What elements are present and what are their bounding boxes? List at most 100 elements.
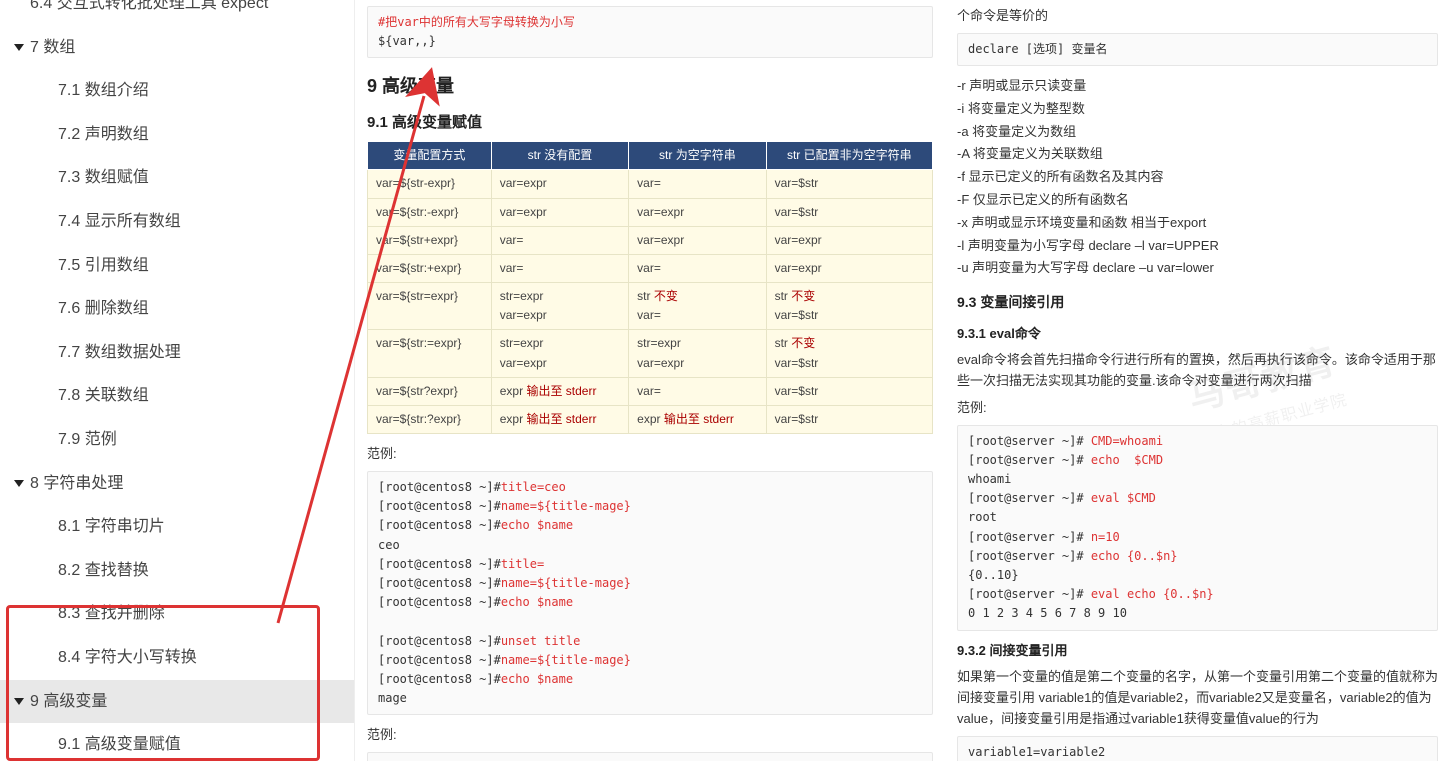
table-cell: str 不变var= bbox=[629, 283, 766, 330]
table-row: var=${str:-expr}var=exprvar=exprvar=$str bbox=[368, 198, 933, 226]
option-item: -A 将变量定义为关联数组 bbox=[957, 144, 1438, 165]
table-cell: expr 输出至 stderr bbox=[491, 406, 628, 434]
toc-item[interactable]: 7.1 数组介绍 bbox=[0, 69, 354, 113]
content-area: #把var中的所有大写字母转换为小写 ${var,,} 9 高级变量 9.1 高… bbox=[355, 0, 1450, 761]
table-cell: var=expr bbox=[491, 170, 628, 198]
table-row: var=${str-expr}var=exprvar=var=$str bbox=[368, 170, 933, 198]
table-cell: expr 输出至 stderr bbox=[629, 406, 766, 434]
toc-item-label: 7.8 关联数组 bbox=[58, 383, 149, 409]
heading-9-1: 9.1 高级变量赋值 bbox=[367, 111, 933, 135]
table-header: str 没有配置 bbox=[491, 142, 628, 170]
table-cell: var=${str=expr} bbox=[368, 283, 492, 330]
table-cell: str 不变var=$str bbox=[766, 283, 932, 330]
table-cell: var=${str:+expr} bbox=[368, 254, 492, 282]
toc-item[interactable]: 9.1 高级变量赋值 bbox=[0, 723, 354, 761]
table-cell: var=${str-expr} bbox=[368, 170, 492, 198]
toc-item[interactable]: 7.7 数组数据处理 bbox=[0, 331, 354, 375]
toc-item[interactable]: 7.3 数组赋值 bbox=[0, 156, 354, 200]
code-eval-example: [root@server ~]# CMD=whoami [root@server… bbox=[957, 425, 1438, 631]
paragraph: 如果第一个变量的值是第二个变量的名字，从第一个变量引用第二个变量的值就称为间接变… bbox=[957, 667, 1438, 729]
option-item: -u 声明变量为大写字母 declare –u var=lower bbox=[957, 258, 1438, 279]
table-row: var=${str?expr}expr 输出至 stderrvar=var=$s… bbox=[368, 377, 933, 405]
table-cell: var= bbox=[629, 377, 766, 405]
paragraph: eval命令将会首先扫描命令行进行所有的置换，然后再执行该命令。该命令适用于那些… bbox=[957, 350, 1438, 392]
heading-9-3-1: 9.3.1 eval命令 bbox=[957, 324, 1438, 345]
table-row: var=${str:+expr}var=var=var=expr bbox=[368, 254, 933, 282]
example-label: 范例: bbox=[367, 444, 933, 465]
option-item: -a 将变量定义为数组 bbox=[957, 122, 1438, 143]
code-lowercase: #把var中的所有大写字母转换为小写 ${var,,} bbox=[367, 6, 933, 58]
toc-item[interactable]: 8.4 字符大小写转换 bbox=[0, 636, 354, 680]
toc-item[interactable]: 8.2 查找替换 bbox=[0, 549, 354, 593]
toc-item-label: 7 数组 bbox=[30, 35, 75, 61]
toc-item-label: 9.1 高级变量赋值 bbox=[58, 732, 181, 758]
toc-list: 6.4 交互式转化批处理工具 expect 7 数组 7.1 数组介绍 7.2 声明数… bbox=[0, 0, 354, 761]
toc-item-label: 8.2 查找替换 bbox=[58, 558, 149, 584]
toc-item[interactable]: 7.2 声明数组 bbox=[0, 113, 354, 157]
content-col-right: 个命令是等价的 declare [选项] 变量名 -r 声明或显示只读变量-i … bbox=[945, 0, 1450, 761]
declare-options-list: -r 声明或显示只读变量-i 将变量定义为整型数-a 将变量定义为数组-A 将变… bbox=[957, 76, 1438, 279]
toc-item-label: 7.3 数组赋值 bbox=[58, 165, 149, 191]
toc-item-label: 8.3 查找并删除 bbox=[58, 601, 165, 627]
table-cell: str=exprvar=expr bbox=[491, 330, 628, 377]
option-item: -l 声明变量为小写字母 declare –l var=UPPER bbox=[957, 236, 1438, 257]
code-example-2: [root@centos8 ~]#title=ceo [root@centos8… bbox=[367, 752, 933, 761]
toc-item[interactable]: 9 高级变量 bbox=[0, 680, 354, 724]
toc-item[interactable]: 6.4 交互式转化批处理工具 expect bbox=[0, 0, 354, 26]
table-cell: var= bbox=[491, 254, 628, 282]
table-cell: var=${str+expr} bbox=[368, 226, 492, 254]
table-cell: var=${str:=expr} bbox=[368, 330, 492, 377]
toc-item-label: 8.4 字符大小写转换 bbox=[58, 645, 197, 671]
table-row: var=${str=expr}str=exprvar=exprstr 不变var… bbox=[368, 283, 933, 330]
toc-item-label: 7.7 数组数据处理 bbox=[58, 340, 181, 366]
toc-item[interactable]: 8.1 字符串切片 bbox=[0, 505, 354, 549]
toc-item[interactable]: 7 数组 bbox=[0, 26, 354, 70]
heading-9-3-2: 9.3.2 间接变量引用 bbox=[957, 641, 1438, 662]
toc-item[interactable]: 7.6 删除数组 bbox=[0, 287, 354, 331]
option-item: -F 仅显示已定义的所有函数名 bbox=[957, 190, 1438, 211]
table-cell: var= bbox=[629, 254, 766, 282]
heading-9: 9 高级变量 bbox=[367, 72, 933, 101]
option-item: -r 声明或显示只读变量 bbox=[957, 76, 1438, 97]
toc-item-label: 7.1 数组介绍 bbox=[58, 78, 149, 104]
table-cell: var=expr bbox=[629, 226, 766, 254]
table-cell: var=expr bbox=[491, 198, 628, 226]
caret-icon bbox=[14, 471, 24, 497]
table-cell: var=${str:-expr} bbox=[368, 198, 492, 226]
toc-sidebar: 6.4 交互式转化批处理工具 expect 7 数组 7.1 数组介绍 7.2 声明数… bbox=[0, 0, 355, 761]
caret-icon bbox=[14, 689, 24, 715]
table-cell: var=expr bbox=[629, 198, 766, 226]
option-item: -x 声明或显示环境变量和函数 相当于export bbox=[957, 213, 1438, 234]
table-header: 变量配置方式 bbox=[368, 142, 492, 170]
var-assignment-table: 变量配置方式str 没有配置str 为空字符串str 已配置非为空字符串var=… bbox=[367, 141, 933, 434]
table-cell: str=exprvar=expr bbox=[629, 330, 766, 377]
table-cell: var= bbox=[629, 170, 766, 198]
toc-item-label: 7.2 声明数组 bbox=[58, 122, 149, 148]
table-cell: var=$str bbox=[766, 406, 932, 434]
toc-item[interactable]: 7.5 引用数组 bbox=[0, 244, 354, 288]
table-cell: var=$str bbox=[766, 377, 932, 405]
toc-item[interactable]: 8.3 查找并删除 bbox=[0, 592, 354, 636]
table-header: str 为空字符串 bbox=[629, 142, 766, 170]
table-cell: str=exprvar=expr bbox=[491, 283, 628, 330]
table-cell: var=expr bbox=[766, 226, 932, 254]
caret-icon bbox=[14, 35, 24, 61]
toc-item[interactable]: 7.9 范例 bbox=[0, 418, 354, 462]
toc-item-label: 8 字符串处理 bbox=[30, 471, 123, 497]
heading-9-3: 9.3 变量间接引用 bbox=[957, 291, 1438, 313]
toc-item[interactable]: 7.4 显示所有数组 bbox=[0, 200, 354, 244]
toc-item-label: 9 高级变量 bbox=[30, 689, 107, 715]
code-indirect-def: variable1=variable2 variable2=value bbox=[957, 736, 1438, 761]
table-cell: var=$str bbox=[766, 170, 932, 198]
code-example-1: [root@centos8 ~]#title=ceo [root@centos8… bbox=[367, 471, 933, 715]
toc-item[interactable]: 7.8 关联数组 bbox=[0, 374, 354, 418]
table-cell: var=${str:?expr} bbox=[368, 406, 492, 434]
toc-item-label: 7.6 删除数组 bbox=[58, 296, 149, 322]
paragraph: 个命令是等价的 bbox=[957, 6, 1438, 27]
table-cell: var=$str bbox=[766, 198, 932, 226]
toc-item[interactable]: 8 字符串处理 bbox=[0, 462, 354, 506]
table-cell: var=${str?expr} bbox=[368, 377, 492, 405]
toc-item-label: 6.4 交互式转化批处理工具 expect bbox=[30, 0, 268, 17]
table-row: var=${str+expr}var=var=exprvar=expr bbox=[368, 226, 933, 254]
table-header: str 已配置非为空字符串 bbox=[766, 142, 932, 170]
